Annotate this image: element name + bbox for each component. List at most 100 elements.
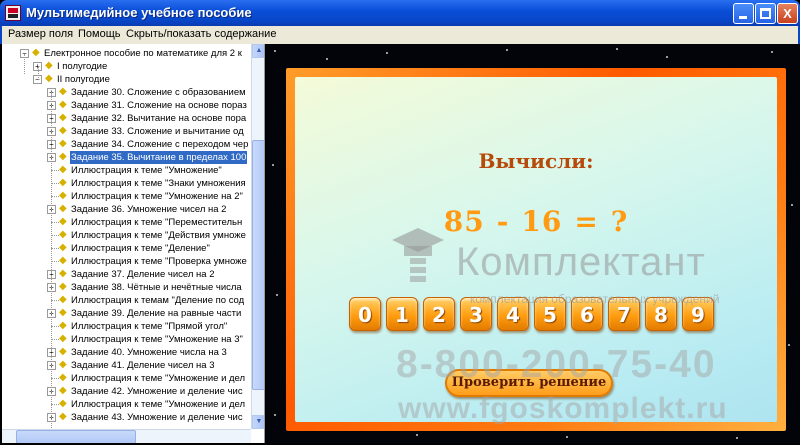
tree-item-label: Иллюстрация к теме "Умножение и дел <box>71 399 246 410</box>
tree-item-label: Задание 34. Сложение с переходом чер <box>71 139 249 150</box>
tree-item-label: Задание 35. Вычитание в пределах 100 <box>70 151 248 164</box>
tree-item-label: Иллюстрация к теме "Переместительн <box>71 217 243 228</box>
star-decoration <box>771 51 773 53</box>
tree-item-label: Задание 37. Деление чисел на 2 <box>71 269 215 280</box>
contents-tree[interactable]: − ◆ Електронное пособие по математике дл… <box>2 44 251 429</box>
tree-guide-line <box>38 66 39 80</box>
digit-button[interactable]: 6 <box>571 297 603 331</box>
tree-item-label: Задание 39. Деление на равные части <box>71 308 242 319</box>
star-decoration <box>274 414 276 416</box>
menu-field-size[interactable]: Размер поля <box>8 28 73 40</box>
digit-button[interactable]: 9 <box>682 297 714 331</box>
star-decoration <box>416 434 418 436</box>
book-icon: ◆ <box>59 86 67 97</box>
tree-vertical-scrollbar[interactable]: ▲ ▼ <box>251 44 264 429</box>
book-icon: ◆ <box>59 320 67 331</box>
lesson-content: Вычисли: 85-16 =? 0123456789 Проверить ре… <box>266 44 800 443</box>
book-icon: ◆ <box>59 216 67 227</box>
book-icon: ◆ <box>59 333 67 344</box>
close-icon: X <box>783 6 792 21</box>
scroll-up-button[interactable]: ▲ <box>252 44 264 58</box>
book-icon: ◆ <box>59 281 67 292</box>
book-icon: ◆ <box>59 112 67 123</box>
star-decoration <box>272 164 274 166</box>
open-book-icon: ◆ <box>59 151 67 162</box>
tree-item-label: Задание 38. Чётные и нечётные числа <box>71 282 242 293</box>
close-button[interactable]: X <box>777 3 798 24</box>
tree-connector <box>51 222 59 223</box>
tree-item-label: Иллюстрация к теме "Знаки умножения <box>71 178 246 189</box>
tree-connector <box>51 300 59 301</box>
tree-item-label: Иллюстрация к темам "Деление по сод <box>71 295 245 306</box>
check-solution-button[interactable]: Проверить решение <box>445 369 613 397</box>
minimize-button[interactable] <box>733 3 754 24</box>
tree-connector <box>51 235 59 236</box>
tree-item-label: Иллюстрация к теме "Деление" <box>71 243 210 254</box>
answer-slot[interactable]: ? <box>611 205 628 238</box>
star-decoration <box>386 52 388 54</box>
book-icon: ◆ <box>59 164 67 175</box>
tree-item-label: I полугодие <box>57 61 108 72</box>
menu-bar: Размер поля Помощь Скрыть/показать содер… <box>0 26 800 44</box>
tree-item-label: Задание 36. Умножение чисел на 2 <box>71 204 227 215</box>
tree-item-label: Задание 30. Сложение с образованием <box>71 87 246 98</box>
tree-item-label: Иллюстрация к теме "Действия умноже <box>71 230 246 241</box>
book-icon: ◆ <box>59 177 67 188</box>
menu-help[interactable]: Помощь <box>78 28 121 40</box>
star-decoration <box>791 204 793 206</box>
digit-button[interactable]: 5 <box>534 297 566 331</box>
star-decoration <box>276 294 278 296</box>
tree-item-label: Задание 31. Сложение на основе пораз <box>71 100 247 111</box>
book-icon: ◆ <box>45 73 53 84</box>
book-icon: ◆ <box>59 229 67 240</box>
book-icon: ◆ <box>59 242 67 253</box>
tree-connector <box>51 183 59 184</box>
task-prompt: Вычисли: <box>478 149 594 173</box>
digit-button[interactable]: 8 <box>645 297 677 331</box>
book-icon: ◆ <box>32 47 40 58</box>
digit-button[interactable]: 3 <box>460 297 492 331</box>
digit-button[interactable]: 4 <box>497 297 529 331</box>
minimize-icon <box>739 16 747 19</box>
digit-button[interactable]: 7 <box>608 297 640 331</box>
star-decoration <box>666 56 668 58</box>
book-icon: ◆ <box>59 294 67 305</box>
book-icon: ◆ <box>59 346 67 357</box>
tree-horizontal-scrollbar[interactable] <box>2 429 251 443</box>
tree-item-label: Иллюстрация к теме "Умножение на 2" <box>71 191 243 202</box>
operator: - <box>496 205 510 238</box>
tree-item-label: Задание 41. Деление чисел на 3 <box>71 360 215 371</box>
task-frame: Вычисли: 85-16 =? 0123456789 Проверить ре… <box>286 68 786 431</box>
book-icon: ◆ <box>59 398 67 409</box>
tree-guide-line <box>51 92 52 429</box>
book-icon: ◆ <box>59 385 67 396</box>
tree-connector <box>51 196 59 197</box>
book-icon: ◆ <box>59 99 67 110</box>
book-icon: ◆ <box>59 125 67 136</box>
digit-button[interactable]: 2 <box>423 297 455 331</box>
window-title-bar[interactable]: Мультимедийное учебное пособие X <box>0 0 800 26</box>
book-icon: ◆ <box>59 138 67 149</box>
maximize-icon <box>760 8 771 19</box>
digit-button[interactable]: 1 <box>386 297 418 331</box>
horizontal-scroll-thumb[interactable] <box>16 430 136 443</box>
maximize-button[interactable] <box>755 3 776 24</box>
star-decoration <box>274 50 276 52</box>
scroll-thumb[interactable] <box>252 140 264 390</box>
tree-connector <box>51 404 59 405</box>
tree-connector <box>51 248 59 249</box>
star-decoration <box>506 49 508 51</box>
book-icon: ◆ <box>59 411 67 422</box>
star-decoration <box>326 58 328 60</box>
scroll-down-button[interactable]: ▼ <box>252 415 264 429</box>
digit-button[interactable]: 0 <box>349 297 381 331</box>
book-icon: ◆ <box>59 359 67 370</box>
book-icon: ◆ <box>59 255 67 266</box>
book-icon: ◆ <box>45 60 53 71</box>
operand-1: 85 <box>443 205 485 238</box>
tree-connector <box>51 378 59 379</box>
menu-toggle-contents[interactable]: Скрыть/показать содержание <box>126 28 276 40</box>
book-icon: ◆ <box>59 268 67 279</box>
tree-item-label: Задание 42. Умножение и деление чис <box>71 386 243 397</box>
tree-guide-line <box>24 54 25 74</box>
